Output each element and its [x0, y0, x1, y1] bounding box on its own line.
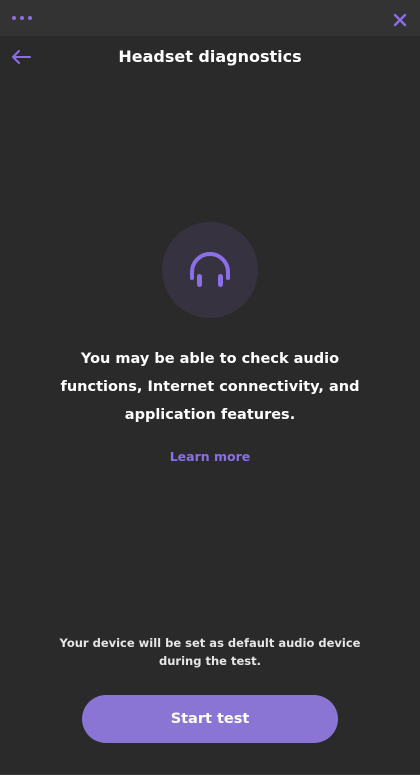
- headphones-icon: [190, 252, 230, 287]
- more-dots-icon[interactable]: [12, 12, 34, 24]
- default-device-note: Your device will be set as default audio…: [59, 636, 361, 668]
- learn-more-link[interactable]: Learn more: [0, 449, 420, 464]
- page-title: Headset diagnostics: [118, 47, 302, 66]
- title-bar: [0, 0, 420, 36]
- diagnostics-description: You may be able to check audio functions…: [60, 351, 360, 423]
- close-button[interactable]: [390, 10, 410, 30]
- header: Headset diagnostics: [0, 36, 420, 78]
- start-test-button[interactable]: Start test: [82, 695, 338, 743]
- headset-hero-circle: [162, 222, 258, 318]
- close-icon: [393, 13, 407, 27]
